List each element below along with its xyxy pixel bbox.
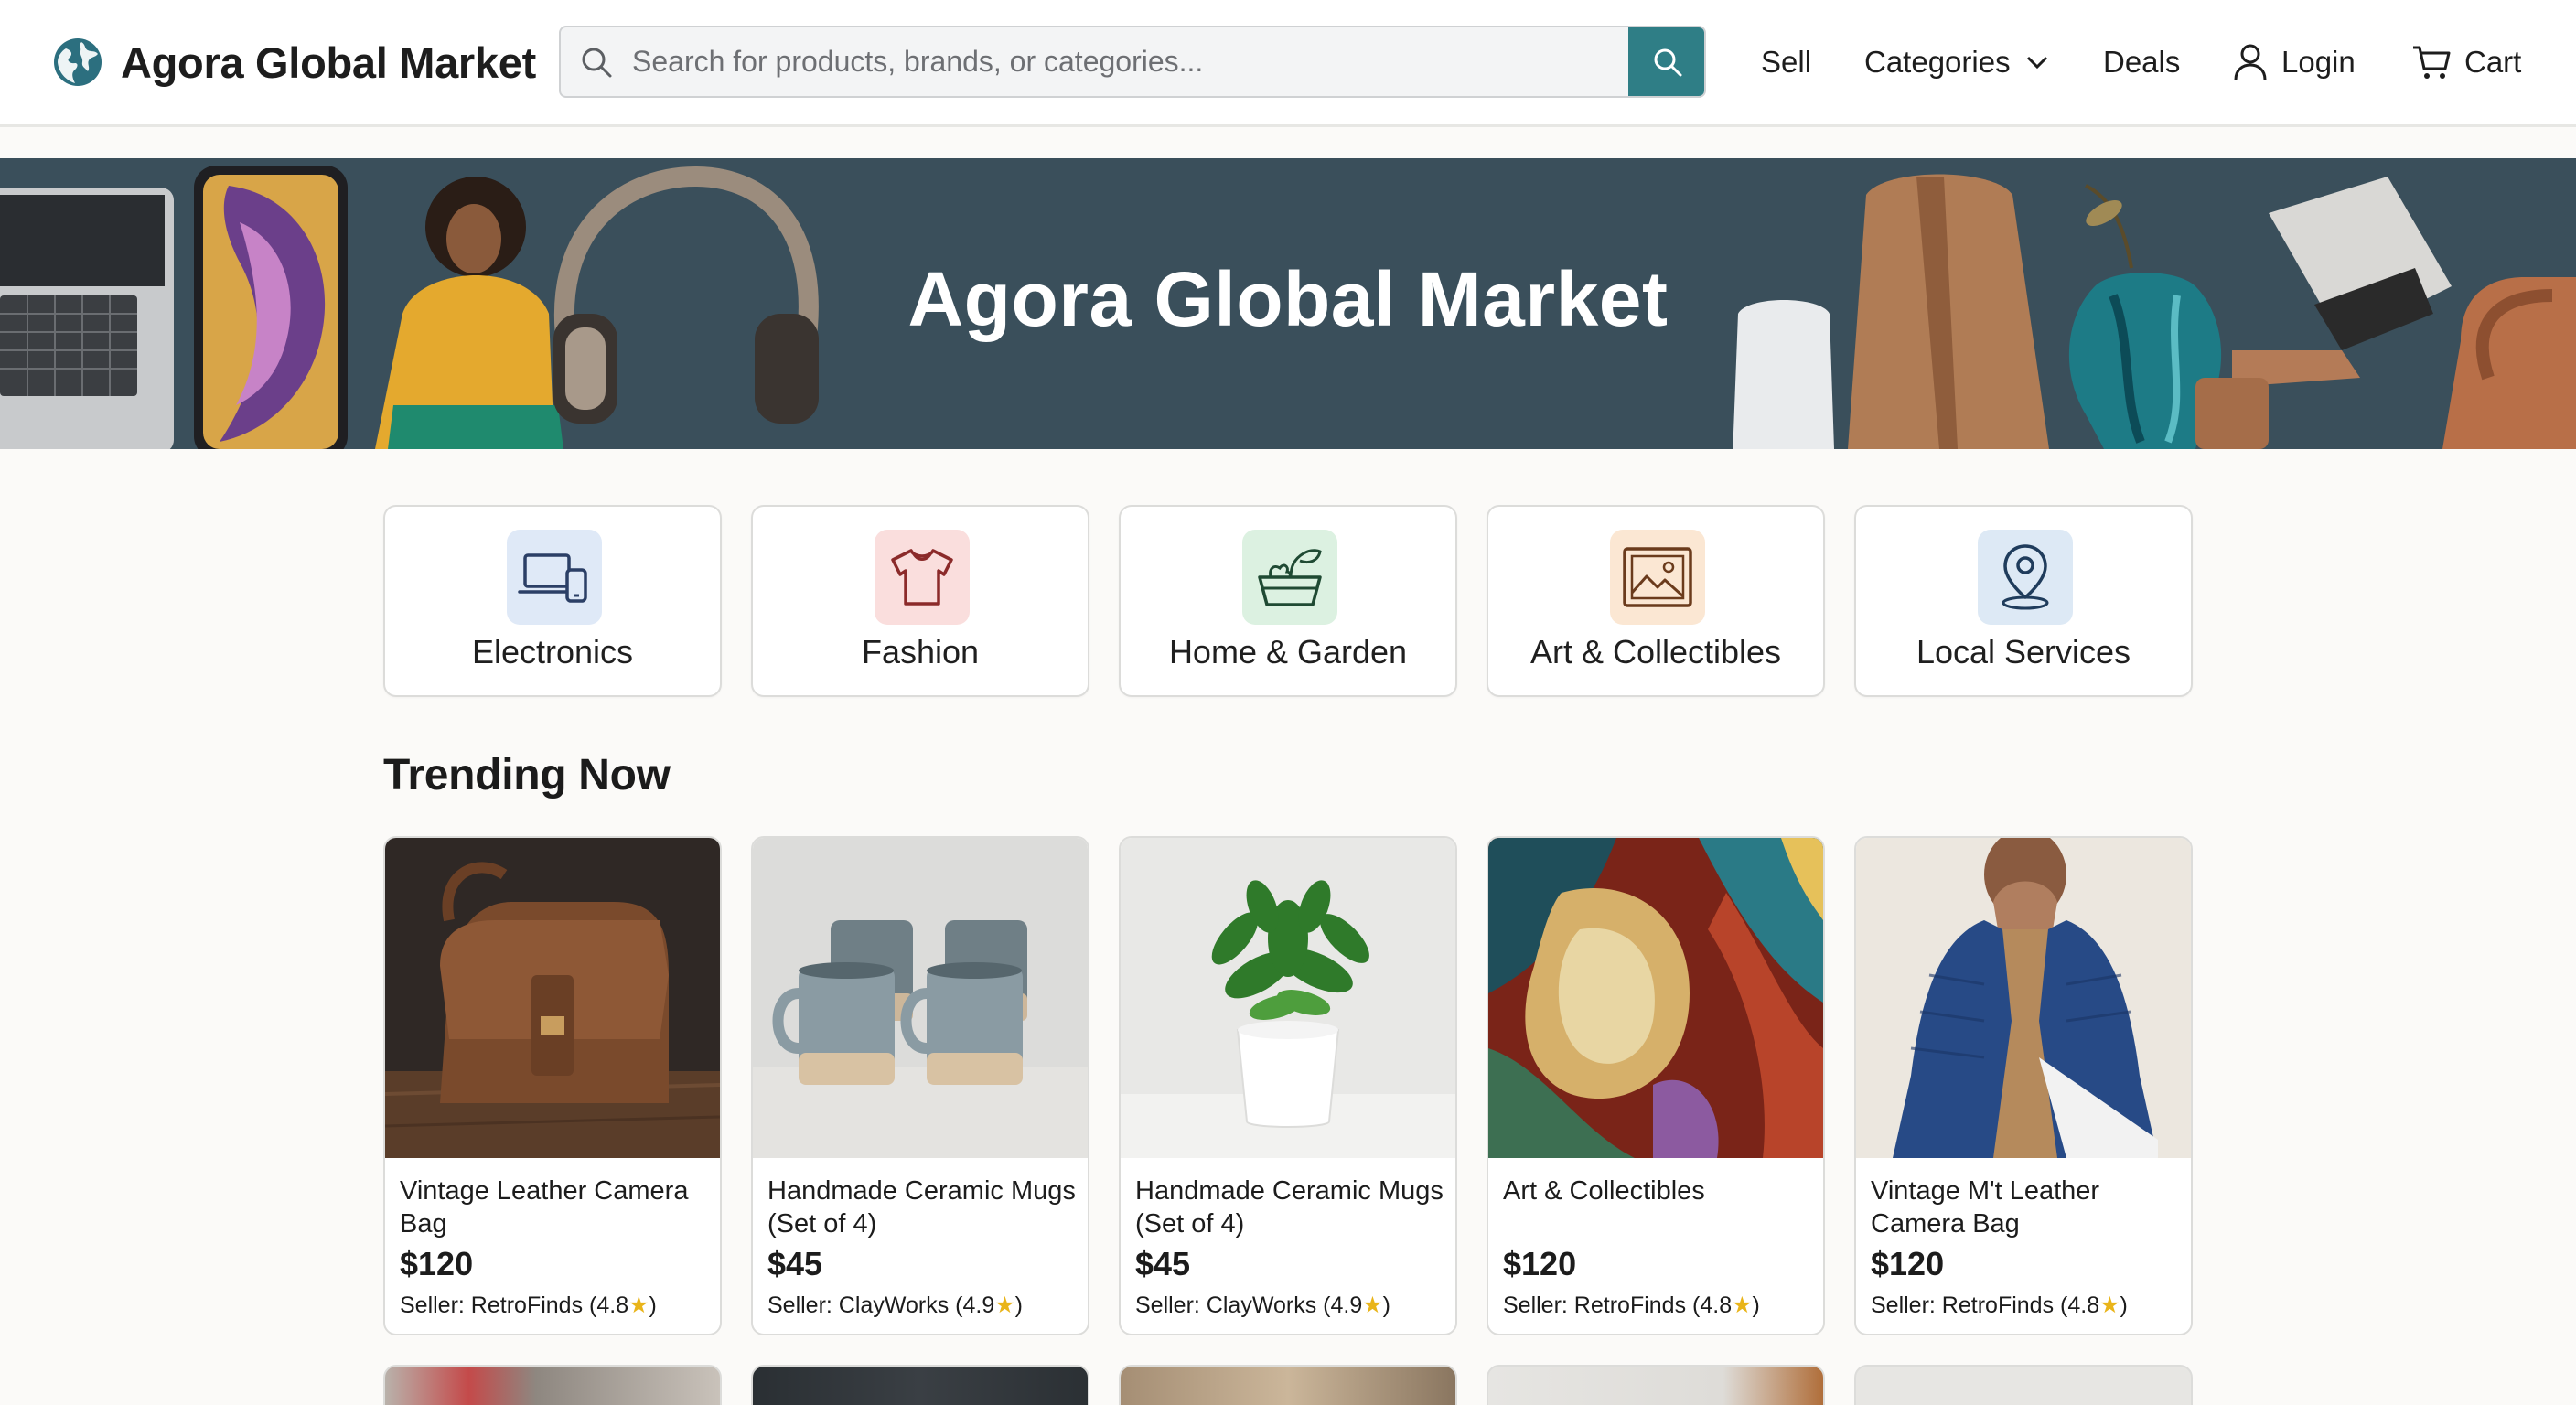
nav-sell-label: Sell xyxy=(1761,45,1812,79)
category-tile-electronics[interactable]: Electronics xyxy=(383,505,722,697)
seller-text-close: ) xyxy=(1752,1292,1760,1318)
hero-title: Agora Global Market xyxy=(907,256,1669,342)
product-price: $120 xyxy=(400,1245,474,1282)
nav-login-label: Login xyxy=(2281,45,2356,79)
seller-text-close: ) xyxy=(2120,1292,2128,1318)
category-tile-local-services[interactable]: Local Services xyxy=(1854,505,2193,697)
product-card[interactable]: Handmade Ceramic Mugs (Set of 4) $45 Sel… xyxy=(751,836,1089,1335)
seller-text-close: ) xyxy=(1014,1292,1023,1318)
product-card-peek[interactable] xyxy=(1487,1365,1825,1405)
category-tile-fashion[interactable]: Fashion xyxy=(751,505,1089,697)
nav-deals-label: Deals xyxy=(2103,45,2181,79)
category-label: Local Services xyxy=(1916,633,2131,670)
user-icon xyxy=(2234,44,2267,80)
nav-login[interactable]: Login xyxy=(2232,37,2356,88)
hero-banner: Agora Global Market xyxy=(0,158,2576,449)
search-button[interactable] xyxy=(1628,27,1704,96)
category-icon-bg xyxy=(1242,530,1337,625)
category-icon-bg xyxy=(1610,530,1705,625)
product-price: $45 xyxy=(767,1245,823,1282)
seller-text: Seller: RetroFinds (4.8 xyxy=(1503,1292,1733,1318)
nav-categories[interactable]: Categories xyxy=(1864,37,2051,88)
logo-text: Agora Global Market xyxy=(121,38,536,87)
product-price: $45 xyxy=(1135,1245,1191,1282)
product-title: Handmade Ceramic Mugs (Set of 4) xyxy=(767,1176,1076,1239)
product-seller: Seller: ClayWorks (4.9★) xyxy=(767,1292,1023,1319)
planter-icon xyxy=(1258,549,1322,606)
seller-text: Seller: ClayWorks (4.9 xyxy=(1135,1292,1363,1318)
star-icon: ★ xyxy=(2099,1292,2120,1318)
product-price: $120 xyxy=(1871,1245,1945,1282)
product-card[interactable]: Vintage Leather Camera Bag $120 Seller: … xyxy=(383,836,722,1335)
star-icon: ★ xyxy=(1732,1292,1753,1318)
product-image xyxy=(1488,838,1823,1158)
seller-text: Seller: ClayWorks (4.9 xyxy=(767,1292,995,1318)
product-card[interactable]: Art & Collectibles $120 Seller: RetroFin… xyxy=(1487,836,1825,1335)
star-icon: ★ xyxy=(1362,1292,1383,1318)
picture-icon xyxy=(1623,547,1692,607)
category-label: Art & Collectibles xyxy=(1530,633,1782,670)
nav-categories-label: Categories xyxy=(1864,45,2011,79)
section-title-trending: Trending Now xyxy=(383,751,671,799)
nav-cart[interactable]: Cart xyxy=(2411,37,2521,88)
tshirt-icon xyxy=(891,549,953,606)
product-image xyxy=(1121,838,1455,1158)
product-card[interactable]: Vintage M't Leather Camera Bag $120 Sell… xyxy=(1854,836,2193,1335)
product-image xyxy=(1856,838,2191,1158)
nav-sell[interactable]: Sell xyxy=(1761,37,1811,88)
seller-text-close: ) xyxy=(1382,1292,1390,1318)
seller-text: Seller: RetroFinds (4.8 xyxy=(1871,1292,2100,1318)
category-label: Electronics xyxy=(471,633,634,670)
search-input[interactable] xyxy=(632,27,1628,96)
category-icon-bg xyxy=(875,530,970,625)
search-icon xyxy=(1654,48,1681,76)
search-icon xyxy=(561,27,632,96)
map-pin-icon xyxy=(2002,544,2049,610)
product-title: Handmade Ceramic Mugs (Set of 4) xyxy=(1135,1176,1444,1239)
category-icon-bg xyxy=(507,530,602,625)
product-seller: Seller: RetroFinds (4.8★) xyxy=(1871,1292,2128,1319)
category-label: Home & Garden xyxy=(1168,633,1408,670)
seller-text: Seller: RetroFinds (4.8 xyxy=(400,1292,629,1318)
product-image xyxy=(753,838,1088,1158)
product-title: Vintage M't Leather Camera Bag xyxy=(1871,1176,2100,1239)
top-header: Agora Global Market Sell Categories Deal… xyxy=(0,0,2576,127)
product-card[interactable]: Handmade Ceramic Mugs (Set of 4) $45 Sel… xyxy=(1119,836,1457,1335)
category-icon-bg xyxy=(1978,530,2073,625)
star-icon: ★ xyxy=(994,1292,1015,1318)
nav-cart-label: Cart xyxy=(2464,45,2522,79)
category-tile-art-collectibles[interactable]: Art & Collectibles xyxy=(1487,505,1825,697)
chevron-down-icon xyxy=(2026,56,2047,70)
cart-icon xyxy=(2413,46,2451,79)
product-seller: Seller: RetroFinds (4.8★) xyxy=(400,1292,657,1319)
search-bar xyxy=(559,26,1706,98)
category-label: Fashion xyxy=(861,633,980,670)
product-card-peek[interactable] xyxy=(383,1365,722,1405)
product-card-peek[interactable] xyxy=(751,1365,1089,1405)
laptop-phone-icon xyxy=(518,553,587,603)
product-card-peek[interactable] xyxy=(1854,1365,2193,1405)
product-title: Vintage Leather Camera Bag xyxy=(400,1176,689,1239)
product-price: $120 xyxy=(1503,1245,1577,1282)
logo[interactable]: Agora Global Market xyxy=(53,37,536,88)
product-card-peek[interactable] xyxy=(1119,1365,1457,1405)
product-seller: Seller: RetroFinds (4.8★) xyxy=(1503,1292,1760,1319)
star-icon: ★ xyxy=(628,1292,649,1318)
product-title: Art & Collectibles xyxy=(1503,1176,1705,1206)
category-tile-home-garden[interactable]: Home & Garden xyxy=(1119,505,1457,697)
seller-text-close: ) xyxy=(649,1292,657,1318)
product-image xyxy=(385,838,720,1158)
globe-icon xyxy=(54,38,102,86)
product-seller: Seller: ClayWorks (4.9★) xyxy=(1135,1292,1390,1319)
nav-deals[interactable]: Deals xyxy=(2103,37,2180,88)
